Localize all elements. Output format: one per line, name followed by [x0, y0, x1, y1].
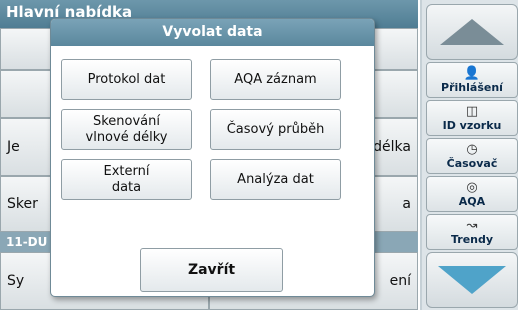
- sample-id-label: ID vzorku: [442, 118, 502, 132]
- data-analysis-button[interactable]: Analýza dat: [210, 159, 341, 200]
- scroll-down-button[interactable]: [426, 252, 518, 308]
- aqa-label: AQA: [458, 194, 486, 208]
- close-button[interactable]: Zavřít: [140, 248, 283, 292]
- scroll-up-button[interactable]: [426, 4, 518, 60]
- aqa-button[interactable]: ◎ AQA: [426, 176, 518, 212]
- arrow-up-icon: [440, 19, 504, 45]
- sample-vial-icon: ◫: [465, 103, 479, 119]
- wavelength-scan-button[interactable]: Skenování vlnové délky: [61, 109, 192, 150]
- dialog-title: Vyvolat data: [51, 19, 374, 46]
- arrow-down-icon: [438, 266, 506, 294]
- timer-icon: ◷: [466, 141, 478, 157]
- external-data-button[interactable]: Externí data: [61, 159, 192, 200]
- recall-data-dialog: Vyvolat data Protokol dat AQA záznam Ske…: [50, 18, 375, 297]
- login-label: Přihlášení: [441, 80, 503, 94]
- timer-button[interactable]: ◷ Časovač: [426, 138, 518, 174]
- side-panel: 👤 Přihlášení ◫ ID vzorku ◷ Časovač ◎ AQA…: [420, 0, 518, 310]
- data-log-button[interactable]: Protokol dat: [61, 59, 192, 100]
- aqa-record-button[interactable]: AQA záznam: [210, 59, 341, 100]
- aqa-icon: ◎: [466, 179, 478, 195]
- sample-id-button[interactable]: ◫ ID vzorku: [426, 100, 518, 136]
- trends-label: Trendy: [450, 232, 494, 246]
- trend-icon: ↝: [466, 217, 478, 233]
- trends-button[interactable]: ↝ Trendy: [426, 214, 518, 250]
- timer-label: Časovač: [446, 156, 498, 170]
- person-icon: 👤: [463, 65, 481, 81]
- time-course-button[interactable]: Časový průběh: [210, 109, 341, 150]
- login-button[interactable]: 👤 Přihlášení: [426, 62, 518, 98]
